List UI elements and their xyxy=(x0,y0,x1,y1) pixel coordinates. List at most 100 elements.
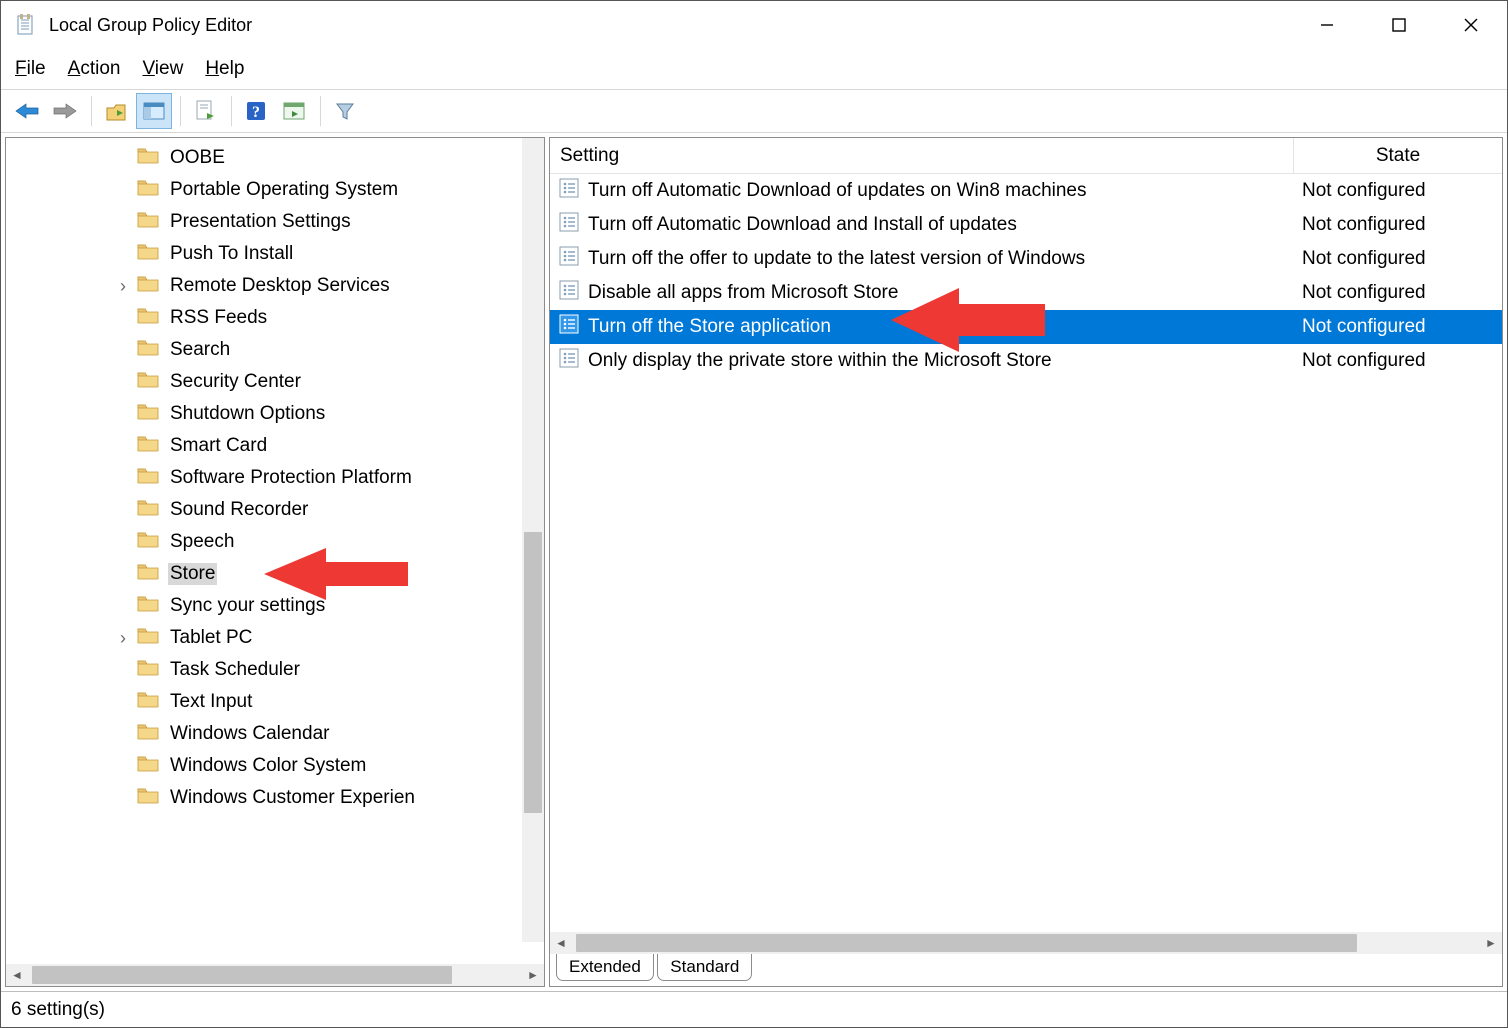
tree-item-label: Store xyxy=(168,563,217,585)
policy-icon xyxy=(558,313,580,341)
status-text: 6 setting(s) xyxy=(11,999,105,1021)
folder-icon xyxy=(136,465,160,491)
svg-text:?: ? xyxy=(252,104,260,121)
setting-state: Not configured xyxy=(1294,316,1502,338)
status-bar: 6 setting(s) xyxy=(1,991,1507,1027)
panel-tabs: Extended Standard xyxy=(556,954,1502,986)
tree-item-label: Tablet PC xyxy=(168,627,254,649)
folder-icon xyxy=(136,145,160,171)
tree-item[interactable]: Presentation Settings xyxy=(6,206,522,238)
tree-item[interactable]: Windows Customer Experien xyxy=(6,782,522,814)
forward-button[interactable] xyxy=(47,93,83,129)
tree-item-label: Sound Recorder xyxy=(168,499,310,521)
tree-item-label: Remote Desktop Services xyxy=(168,275,392,297)
tab-extended[interactable]: Extended xyxy=(556,954,654,981)
tree-item[interactable]: Portable Operating System xyxy=(6,174,522,206)
list-row[interactable]: Turn off Automatic Download and Install … xyxy=(550,208,1502,242)
folder-icon xyxy=(136,241,160,267)
tree-item[interactable]: Sync your settings xyxy=(6,590,522,622)
policy-icon xyxy=(558,211,580,239)
folder-icon xyxy=(136,337,160,363)
tree-item-label: Smart Card xyxy=(168,435,269,457)
tree-item[interactable]: Shutdown Options xyxy=(6,398,522,430)
toolbar: ? xyxy=(1,89,1507,133)
tree-item[interactable]: Task Scheduler xyxy=(6,654,522,686)
tree-panel: OOBE Portable Operating System Presentatio… xyxy=(5,137,545,987)
tree-item-label: RSS Feeds xyxy=(168,307,269,329)
tree-item-label: Portable Operating System xyxy=(168,179,400,201)
tree-item[interactable]: RSS Feeds xyxy=(6,302,522,334)
tree-item[interactable]: Text Input xyxy=(6,686,522,718)
maximize-button[interactable] xyxy=(1363,1,1435,49)
export-list-button[interactable] xyxy=(187,93,223,129)
menu-action[interactable]: Action xyxy=(68,58,121,80)
tree-item[interactable]: Store xyxy=(6,558,522,590)
window-controls xyxy=(1291,1,1507,49)
list-row[interactable]: Turn off the Store applicationNot config… xyxy=(550,310,1502,344)
folder-icon xyxy=(136,721,160,747)
close-button[interactable] xyxy=(1435,1,1507,49)
tree-item-label: OOBE xyxy=(168,147,227,169)
tree-item[interactable]: Windows Calendar xyxy=(6,718,522,750)
tree-item[interactable]: Push To Install xyxy=(6,238,522,270)
expand-icon[interactable]: › xyxy=(114,276,132,297)
list-horizontal-scrollbar[interactable]: ◄ ► xyxy=(550,932,1502,954)
tree-item[interactable]: Search xyxy=(6,334,522,366)
list-row[interactable]: Only display the private store within th… xyxy=(550,344,1502,378)
tree-item[interactable]: Software Protection Platform xyxy=(6,462,522,494)
show-hide-tree-button[interactable] xyxy=(136,93,172,129)
setting-state: Not configured xyxy=(1294,248,1502,270)
setting-name: Turn off the Store application xyxy=(588,316,1294,338)
properties-button[interactable] xyxy=(276,93,312,129)
tree-item[interactable]: Sound Recorder xyxy=(6,494,522,526)
folder-icon xyxy=(136,785,160,811)
content-area: OOBE Portable Operating System Presentatio… xyxy=(1,133,1507,991)
setting-name: Turn off the offer to update to the late… xyxy=(588,248,1294,270)
list-row[interactable]: Disable all apps from Microsoft StoreNot… xyxy=(550,276,1502,310)
menu-file[interactable]: File xyxy=(15,58,46,80)
setting-state: Not configured xyxy=(1294,282,1502,304)
minimize-button[interactable] xyxy=(1291,1,1363,49)
tree-item[interactable]: Security Center xyxy=(6,366,522,398)
tree-item-label: Sync your settings xyxy=(168,595,327,617)
policy-icon xyxy=(558,347,580,375)
policy-icon xyxy=(558,279,580,307)
tree: OOBE Portable Operating System Presentatio… xyxy=(6,138,522,818)
folder-icon xyxy=(136,561,160,587)
back-button[interactable] xyxy=(9,93,45,129)
tree-item[interactable]: Smart Card xyxy=(6,430,522,462)
list-row[interactable]: Turn off the offer to update to the late… xyxy=(550,242,1502,276)
window-title: Local Group Policy Editor xyxy=(49,15,1291,36)
title-bar: Local Group Policy Editor xyxy=(1,1,1507,49)
tab-standard[interactable]: Standard xyxy=(657,954,752,981)
tree-item[interactable]: Speech xyxy=(6,526,522,558)
policy-icon xyxy=(558,177,580,205)
help-button[interactable]: ? xyxy=(238,93,274,129)
folder-icon xyxy=(136,625,160,651)
tree-item[interactable]: Windows Color System xyxy=(6,750,522,782)
folder-icon xyxy=(136,657,160,683)
folder-icon xyxy=(136,753,160,779)
tree-item[interactable]: › Tablet PC xyxy=(6,622,522,654)
setting-name: Turn off Automatic Download of updates o… xyxy=(588,180,1294,202)
tree-item[interactable]: › Remote Desktop Services xyxy=(6,270,522,302)
list-row[interactable]: Turn off Automatic Download of updates o… xyxy=(550,174,1502,208)
tree-item-label: Shutdown Options xyxy=(168,403,327,425)
tree-horizontal-scrollbar[interactable]: ◄ ► xyxy=(6,964,544,986)
tree-item[interactable]: OOBE xyxy=(6,142,522,174)
column-state[interactable]: State xyxy=(1294,138,1502,173)
menu-help[interactable]: Help xyxy=(205,58,244,80)
tree-scroll: OOBE Portable Operating System Presentatio… xyxy=(6,138,544,964)
menu-view[interactable]: View xyxy=(142,58,183,80)
tree-vertical-scrollbar[interactable] xyxy=(522,138,544,942)
column-setting[interactable]: Setting xyxy=(550,138,1294,173)
tree-item-label: Search xyxy=(168,339,232,361)
expand-icon[interactable]: › xyxy=(114,628,132,649)
filter-button[interactable] xyxy=(327,93,363,129)
folder-icon xyxy=(136,689,160,715)
folder-icon xyxy=(136,529,160,555)
list-body: Turn off Automatic Download of updates o… xyxy=(550,174,1502,932)
setting-state: Not configured xyxy=(1294,214,1502,236)
tree-item-label: Software Protection Platform xyxy=(168,467,414,489)
up-button[interactable] xyxy=(98,93,134,129)
